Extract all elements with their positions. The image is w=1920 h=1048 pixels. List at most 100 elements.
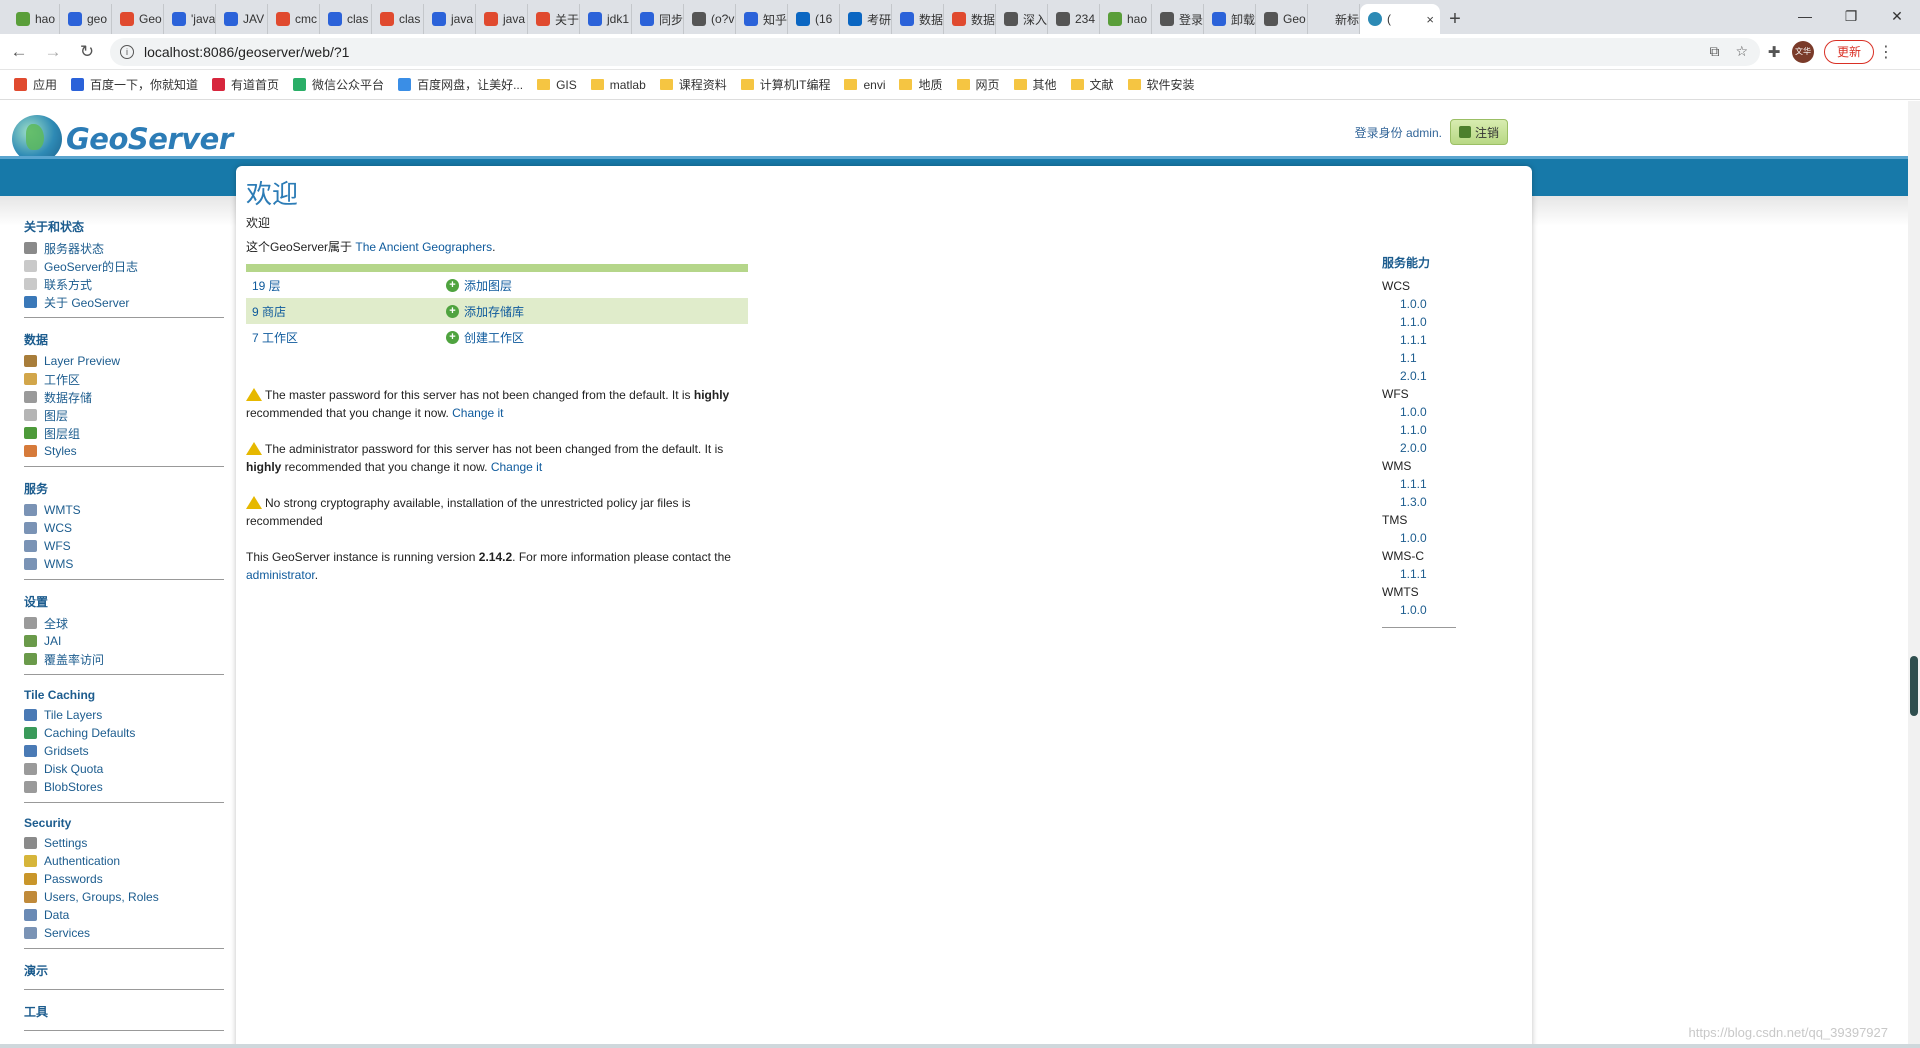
sidebar-item[interactable]: WFS bbox=[24, 537, 224, 555]
bookmark-3[interactable]: 微信公众平台 bbox=[293, 76, 384, 93]
sidebar-item[interactable]: 数据存储 bbox=[24, 388, 224, 406]
service-version-link[interactable]: 1.0.0 bbox=[1382, 601, 1456, 619]
logout-button[interactable]: 注销 bbox=[1449, 119, 1508, 145]
nav-section-title[interactable]: Security bbox=[24, 816, 224, 830]
nav-section-title[interactable]: 关于和状态 bbox=[24, 218, 224, 235]
service-version-link[interactable]: 1.0.0 bbox=[1382, 403, 1456, 421]
sidebar-item[interactable]: 工作区 bbox=[24, 370, 224, 388]
tab-14[interactable]: 知乎 bbox=[736, 4, 788, 34]
service-version-link[interactable]: 1.1.1 bbox=[1382, 475, 1456, 493]
tab-10[interactable]: 关于 bbox=[528, 4, 580, 34]
sidebar-item[interactable]: JAI bbox=[24, 632, 224, 650]
sidebar-item[interactable]: 全球 bbox=[24, 614, 224, 632]
sidebar-item[interactable]: BlobStores bbox=[24, 778, 224, 796]
change-it-link[interactable]: Change it bbox=[491, 460, 542, 474]
service-version-link[interactable]: 1.1.0 bbox=[1382, 313, 1456, 331]
tab-7[interactable]: clas bbox=[372, 4, 424, 34]
sidebar-item[interactable]: 服务器状态 bbox=[24, 239, 224, 257]
summary-action-link[interactable]: + 添加存储库 bbox=[446, 303, 524, 320]
nav-section-title[interactable]: 设置 bbox=[24, 593, 224, 610]
sidebar-item[interactable]: 图层组 bbox=[24, 424, 224, 442]
bookmark-4[interactable]: 百度网盘，让美好... bbox=[398, 76, 523, 93]
sidebar-item[interactable]: WMS bbox=[24, 555, 224, 573]
tab-22[interactable]: 登录 bbox=[1152, 4, 1204, 34]
tab-0[interactable]: hao bbox=[8, 4, 60, 34]
service-version-link[interactable]: 2.0.0 bbox=[1382, 439, 1456, 457]
administrator-link[interactable]: administrator bbox=[246, 568, 315, 582]
sidebar-item[interactable]: 图层 bbox=[24, 406, 224, 424]
scrollbar-thumb[interactable] bbox=[1910, 656, 1918, 716]
new-tab-button[interactable]: + bbox=[1440, 4, 1470, 34]
sidebar-item[interactable]: Services bbox=[24, 924, 224, 942]
sidebar-item[interactable]: GeoServer的日志 bbox=[24, 257, 224, 275]
summary-action-link[interactable]: + 创建工作区 bbox=[446, 329, 524, 346]
sidebar-item[interactable]: WCS bbox=[24, 519, 224, 537]
nav-section-title[interactable]: Tile Caching bbox=[24, 688, 224, 702]
nav-section-title[interactable]: 服务 bbox=[24, 480, 224, 497]
sidebar-item[interactable]: Caching Defaults bbox=[24, 724, 224, 742]
tab-24[interactable]: Geo bbox=[1256, 4, 1308, 34]
summary-count-link[interactable]: 9 商店 bbox=[246, 303, 446, 320]
sidebar-item[interactable]: Passwords bbox=[24, 870, 224, 888]
nav-section-title[interactable]: 数据 bbox=[24, 331, 224, 348]
summary-action-link[interactable]: + 添加图层 bbox=[446, 277, 512, 294]
nav-section-title[interactable]: 工具 bbox=[24, 1003, 224, 1020]
tab-9[interactable]: java bbox=[476, 4, 528, 34]
vertical-scrollbar[interactable] bbox=[1908, 101, 1920, 1045]
tab-4[interactable]: JAV bbox=[216, 4, 268, 34]
menu-kebab-icon[interactable]: ⋮ bbox=[1874, 42, 1898, 62]
service-version-link[interactable]: 1.1.0 bbox=[1382, 421, 1456, 439]
tab-23[interactable]: 卸载 bbox=[1204, 4, 1256, 34]
sidebar-item[interactable]: Users, Groups, Roles bbox=[24, 888, 224, 906]
sidebar-item[interactable]: Settings bbox=[24, 834, 224, 852]
tab-active-geoserver[interactable]: ( × bbox=[1360, 4, 1440, 34]
service-version-link[interactable]: 1.1 bbox=[1382, 349, 1456, 367]
tab-12[interactable]: 同步 bbox=[632, 4, 684, 34]
summary-count-link[interactable]: 7 工作区 bbox=[246, 329, 446, 346]
extensions-puzzle-icon[interactable]: ✚ bbox=[1760, 43, 1788, 61]
bookmark-star-icon[interactable]: ☆ bbox=[1735, 43, 1748, 60]
tab-21[interactable]: hao bbox=[1100, 4, 1152, 34]
address-bar[interactable]: i localhost:8086/geoserver/web/?1 ⧉ ☆ bbox=[110, 37, 1760, 66]
close-tab-icon[interactable]: × bbox=[1426, 12, 1434, 27]
bookmark-2[interactable]: 有道首页 bbox=[212, 76, 279, 93]
tab-11[interactable]: jdk1 bbox=[580, 4, 632, 34]
bookmark-6[interactable]: matlab bbox=[590, 78, 646, 92]
profile-avatar[interactable]: 文华 bbox=[1792, 40, 1814, 63]
change-it-link[interactable]: Change it bbox=[452, 406, 503, 420]
bookmark-0[interactable]: 应用 bbox=[14, 76, 57, 93]
sidebar-item[interactable]: 覆盖率访问 bbox=[24, 650, 224, 668]
tab-3[interactable]: 'java bbox=[164, 4, 216, 34]
site-info-icon[interactable]: i bbox=[120, 44, 134, 59]
forward-arrow-icon[interactable]: → bbox=[38, 37, 68, 67]
service-version-link[interactable]: 2.0.1 bbox=[1382, 367, 1456, 385]
tab-6[interactable]: clas bbox=[320, 4, 372, 34]
tab-25[interactable]: 新标签页 bbox=[1308, 4, 1360, 34]
maximize-icon[interactable]: ❐ bbox=[1828, 0, 1874, 32]
bookmark-8[interactable]: 计算机IT编程 bbox=[740, 76, 830, 93]
service-version-link[interactable]: 1.0.0 bbox=[1382, 529, 1456, 547]
bookmark-13[interactable]: 文献 bbox=[1070, 76, 1114, 93]
bookmark-1[interactable]: 百度一下，你就知道 bbox=[71, 76, 198, 93]
sidebar-item[interactable]: Gridsets bbox=[24, 742, 224, 760]
sidebar-item[interactable]: Tile Layers bbox=[24, 706, 224, 724]
tab-20[interactable]: 234 bbox=[1048, 4, 1100, 34]
bookmark-7[interactable]: 课程资料 bbox=[659, 76, 727, 93]
tab-5[interactable]: cmc bbox=[268, 4, 320, 34]
tab-19[interactable]: 深入 bbox=[996, 4, 1048, 34]
bookmark-14[interactable]: 软件安装 bbox=[1127, 76, 1195, 93]
tab-15[interactable]: (16 bbox=[788, 4, 840, 34]
bookmark-5[interactable]: GIS bbox=[537, 78, 577, 92]
tab-17[interactable]: 数据 bbox=[892, 4, 944, 34]
translate-icon[interactable]: ⧉ bbox=[1709, 43, 1719, 60]
sidebar-item[interactable]: Data bbox=[24, 906, 224, 924]
nav-section-title[interactable]: 演示 bbox=[24, 962, 224, 979]
tab-13[interactable]: (o?v bbox=[684, 4, 736, 34]
service-version-link[interactable]: 1.1.1 bbox=[1382, 565, 1456, 583]
service-version-link[interactable]: 1.3.0 bbox=[1382, 493, 1456, 511]
bookmark-10[interactable]: 地质 bbox=[899, 76, 943, 93]
update-button[interactable]: 更新 bbox=[1824, 39, 1875, 64]
horizontal-scrollbar[interactable] bbox=[0, 1044, 1920, 1048]
tab-18[interactable]: 数据 bbox=[944, 4, 996, 34]
back-arrow-icon[interactable]: ← bbox=[4, 37, 34, 67]
